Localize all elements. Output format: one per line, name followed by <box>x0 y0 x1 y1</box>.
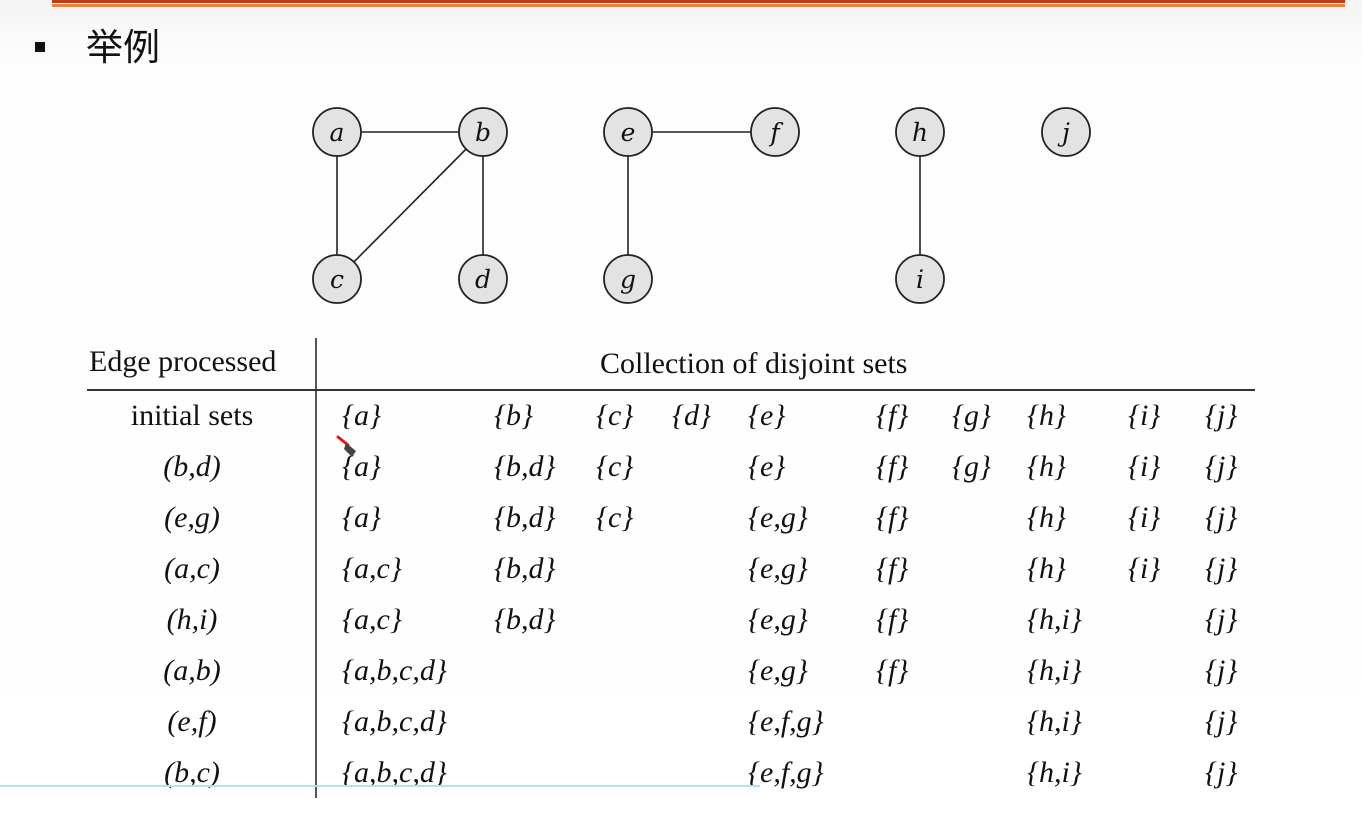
table-set-cell: {i} <box>1128 501 1161 534</box>
table-set-cell: {a,c} <box>342 552 402 585</box>
graph-edge-bc <box>336 131 484 280</box>
table-set-cell: {h,i} <box>1027 756 1082 789</box>
table-set-cell: {e,g} <box>748 501 808 534</box>
table-set-cell: {f} <box>876 501 909 534</box>
table-set-cell: {e,g} <box>748 552 808 585</box>
graph-node-i: i <box>895 254 945 304</box>
table-set-cell: {f} <box>876 450 909 483</box>
graph-diagram: a b c d e f g h i j <box>312 107 1091 304</box>
graph-node-label: c <box>330 265 344 294</box>
graph-node-label: e <box>621 118 636 147</box>
table-set-cell: {f} <box>876 399 909 432</box>
graph-node-d: d <box>458 254 508 304</box>
table-set-cell: {i} <box>1128 399 1161 432</box>
table-set-cell: {f} <box>876 603 909 636</box>
table-set-cell: {i} <box>1128 552 1161 585</box>
table-set-cell: {i} <box>1128 450 1161 483</box>
table-set-cell: {j} <box>1205 756 1238 789</box>
graph-node-label: h <box>912 118 928 147</box>
graph-node-e: e <box>603 107 653 157</box>
graph-node-label: b <box>475 118 491 147</box>
table-set-cell: {g} <box>952 399 991 432</box>
graph-node-label: g <box>620 265 636 294</box>
table-set-cell: {a,b,c,d} <box>342 705 447 738</box>
table-edge-label: (h,i) <box>166 603 218 636</box>
table-set-cell: {b} <box>494 399 533 432</box>
table-set-cell: {c} <box>596 501 634 534</box>
table-set-cell: {f} <box>876 552 909 585</box>
table-edge-label: (e,g) <box>164 501 220 534</box>
table-set-cell: {c} <box>596 450 634 483</box>
table-set-cell: {h,i} <box>1027 603 1082 636</box>
table-set-cell: {e,f,g} <box>748 705 824 738</box>
table-set-cell: {c} <box>596 399 634 432</box>
graph-node-label: i <box>916 265 924 294</box>
graph-node-a: a <box>312 107 362 157</box>
table-set-cell: {j} <box>1205 654 1238 687</box>
table-set-cell: {j} <box>1205 399 1238 432</box>
table-set-cell: {a,b,c,d} <box>342 654 447 687</box>
graph-node-label: a <box>330 118 345 147</box>
table-set-cell: {e,g} <box>748 603 808 636</box>
graph-node-c: c <box>312 254 362 304</box>
table-set-cell: {h} <box>1027 501 1066 534</box>
graph-node-b: b <box>458 107 508 157</box>
table-set-cell: {h} <box>1027 450 1066 483</box>
table-set-cell: {e,g} <box>748 654 808 687</box>
graph-node-j: j <box>1041 107 1091 157</box>
table-edge-label: (a,c) <box>164 552 220 585</box>
table-vertical-divider <box>315 338 317 798</box>
table-edge-label: initial sets <box>130 399 254 432</box>
table-set-cell: {a} <box>342 501 381 534</box>
table-set-cell: {j} <box>1205 705 1238 738</box>
table-header-disjoint-sets: Collection of disjoint sets <box>600 347 908 380</box>
table-set-cell: {j} <box>1205 552 1238 585</box>
table-header-edge-processed: Edge processed <box>89 345 277 378</box>
table-set-cell: {h} <box>1027 399 1066 432</box>
table-set-cell: {e} <box>748 399 786 432</box>
bottom-divider-line <box>0 785 760 787</box>
table-edge-label: (e,f) <box>167 705 217 738</box>
graph-nodes: a b c d e f g h i j <box>312 107 1091 304</box>
table-set-cell: {b,d} <box>494 603 556 636</box>
table-set-cell: {h} <box>1027 552 1066 585</box>
table-edge-label: (a,b) <box>163 654 221 687</box>
table-set-cell: {b,d} <box>494 501 556 534</box>
table-set-cell: {g} <box>952 450 991 483</box>
graph-node-g: g <box>603 254 653 304</box>
graph-node-h: h <box>895 107 945 157</box>
graph-node-f: f <box>750 107 800 157</box>
table-set-cell: {b,d} <box>494 450 556 483</box>
pen-cursor-icon <box>336 435 356 457</box>
table-set-cell: {a,c} <box>342 603 402 636</box>
table-set-cell: {j} <box>1205 603 1238 636</box>
table-set-cell: {b,d} <box>494 552 556 585</box>
graph-node-label: d <box>475 265 491 294</box>
table-edge-label: (b,d) <box>163 450 221 483</box>
table-set-cell: {a} <box>342 399 381 432</box>
table-set-cell: {h,i} <box>1027 654 1082 687</box>
table-set-cell: {j} <box>1205 450 1238 483</box>
table-set-cell: {d} <box>672 399 711 432</box>
table-set-cell: {j} <box>1205 501 1238 534</box>
slide: 举例 abcdefghij Edge processed Collection … <box>0 0 1362 817</box>
table-header-rule <box>87 389 1255 391</box>
table-set-cell: {h,i} <box>1027 705 1082 738</box>
table-set-cell: {e} <box>748 450 786 483</box>
table-set-cell: {f} <box>876 654 909 687</box>
